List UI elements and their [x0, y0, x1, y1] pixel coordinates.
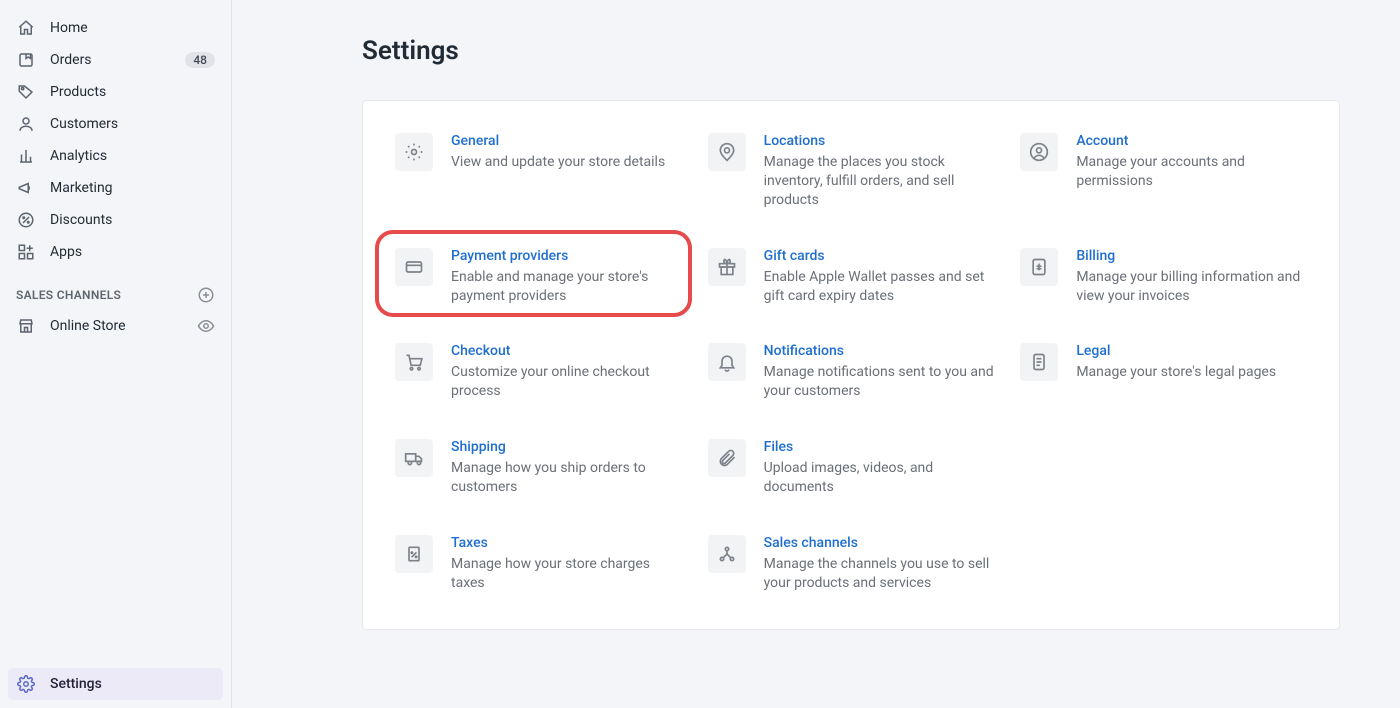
sales-channels-header: SALES CHANNELS [8, 268, 223, 310]
setting-notifications[interactable]: Notifications Manage notifications sent … [704, 339, 999, 405]
nav-label: Apps [50, 244, 82, 260]
primary-nav: Home Orders 48 Products Customers Anal [8, 12, 223, 268]
setting-title: Legal [1076, 343, 1307, 359]
orders-icon [16, 50, 36, 70]
sidebar-item-customers[interactable]: Customers [8, 108, 223, 140]
channels-heading: SALES CHANNELS [16, 288, 121, 302]
nav-label: Customers [50, 116, 118, 132]
setting-desc: Manage how you ship orders to customers [451, 459, 682, 497]
setting-desc: Manage the places you stock inventory, f… [764, 153, 995, 210]
setting-desc: Manage the channels you use to sell your… [764, 555, 995, 593]
settings-grid: General View and update your store detai… [391, 129, 1311, 597]
setting-billing[interactable]: Billing Manage your billing information … [1016, 244, 1311, 310]
channels-icon [708, 535, 746, 573]
setting-desc: Manage your store's legal pages [1076, 363, 1307, 382]
sidebar-item-discounts[interactable]: Discounts [8, 204, 223, 236]
invoice-icon [1020, 248, 1058, 286]
megaphone-icon [16, 178, 36, 198]
nav-label: Discounts [50, 212, 112, 228]
person-icon [16, 114, 36, 134]
setting-shipping[interactable]: Shipping Manage how you ship orders to c… [391, 435, 686, 501]
setting-desc: Manage your billing information and view… [1076, 268, 1307, 306]
nav-label: Online Store [50, 318, 126, 334]
bottom-nav: Settings [8, 668, 223, 700]
add-channel-button[interactable] [197, 286, 215, 304]
paperclip-icon [708, 439, 746, 477]
pin-icon [708, 133, 746, 171]
setting-gift-cards[interactable]: Gift cards Enable Apple Wallet passes an… [704, 244, 999, 310]
setting-general[interactable]: General View and update your store detai… [391, 129, 686, 214]
nav-label: Analytics [50, 148, 107, 164]
gear-icon [395, 133, 433, 171]
setting-title: Locations [764, 133, 995, 149]
setting-title: Shipping [451, 439, 682, 455]
setting-title: Sales channels [764, 535, 995, 551]
setting-title: Gift cards [764, 248, 995, 264]
gift-icon [708, 248, 746, 286]
bell-icon [708, 343, 746, 381]
setting-locations[interactable]: Locations Manage the places you stock in… [704, 129, 999, 214]
setting-title: Files [764, 439, 995, 455]
setting-title: Billing [1076, 248, 1307, 264]
cart-icon [395, 343, 433, 381]
store-icon [16, 316, 36, 336]
sidebar-item-apps[interactable]: Apps [8, 236, 223, 268]
setting-taxes[interactable]: Taxes Manage how your store charges taxe… [391, 531, 686, 597]
setting-desc: View and update your store details [451, 153, 682, 172]
sidebar-item-settings[interactable]: Settings [8, 668, 223, 700]
nav-label: Orders [50, 52, 92, 68]
sidebar: Home Orders 48 Products Customers Anal [0, 0, 232, 708]
sidebar-item-marketing[interactable]: Marketing [8, 172, 223, 204]
receipt-icon [395, 535, 433, 573]
credit-card-icon [395, 248, 433, 286]
setting-desc: Manage notifications sent to you and you… [764, 363, 995, 401]
gear-icon [16, 674, 36, 694]
setting-title: Taxes [451, 535, 682, 551]
settings-card: General View and update your store detai… [362, 100, 1340, 630]
discount-icon [16, 210, 36, 230]
nav-label: Products [50, 84, 106, 100]
tag-icon [16, 82, 36, 102]
setting-title: Account [1076, 133, 1307, 149]
page-title: Settings [362, 36, 1340, 66]
setting-files[interactable]: Files Upload images, videos, and documen… [704, 435, 999, 501]
sidebar-item-home[interactable]: Home [8, 12, 223, 44]
setting-title: Payment providers [451, 248, 682, 264]
setting-title: Checkout [451, 343, 682, 359]
nav-label: Marketing [50, 180, 113, 196]
setting-desc: Manage how your store charges taxes [451, 555, 682, 593]
sidebar-item-online-store[interactable]: Online Store [8, 310, 223, 342]
setting-payment-providers[interactable]: Payment providers Enable and manage your… [391, 244, 686, 310]
main-content: Settings General View and update your st… [232, 0, 1400, 708]
document-icon [1020, 343, 1058, 381]
setting-desc: Upload images, videos, and documents [764, 459, 995, 497]
setting-checkout[interactable]: Checkout Customize your online checkout … [391, 339, 686, 405]
eye-icon[interactable] [197, 317, 215, 335]
sidebar-item-analytics[interactable]: Analytics [8, 140, 223, 172]
setting-desc: Enable and manage your store's payment p… [451, 268, 682, 306]
nav-label: Settings [50, 676, 102, 692]
setting-title: Notifications [764, 343, 995, 359]
apps-icon [16, 242, 36, 262]
setting-desc: Customize your online checkout process [451, 363, 682, 401]
nav-label: Home [50, 20, 88, 36]
setting-desc: Enable Apple Wallet passes and set gift … [764, 268, 995, 306]
truck-icon [395, 439, 433, 477]
setting-sales-channels[interactable]: Sales channels Manage the channels you u… [704, 531, 999, 597]
home-icon [16, 18, 36, 38]
setting-desc: Manage your accounts and permissions [1076, 153, 1307, 191]
sidebar-item-products[interactable]: Products [8, 76, 223, 108]
channels-nav: Online Store [8, 310, 223, 342]
sidebar-item-orders[interactable]: Orders 48 [8, 44, 223, 76]
setting-account[interactable]: Account Manage your accounts and permiss… [1016, 129, 1311, 214]
setting-legal[interactable]: Legal Manage your store's legal pages [1016, 339, 1311, 405]
orders-badge: 48 [185, 52, 215, 68]
setting-title: General [451, 133, 682, 149]
bar-chart-icon [16, 146, 36, 166]
user-circle-icon [1020, 133, 1058, 171]
